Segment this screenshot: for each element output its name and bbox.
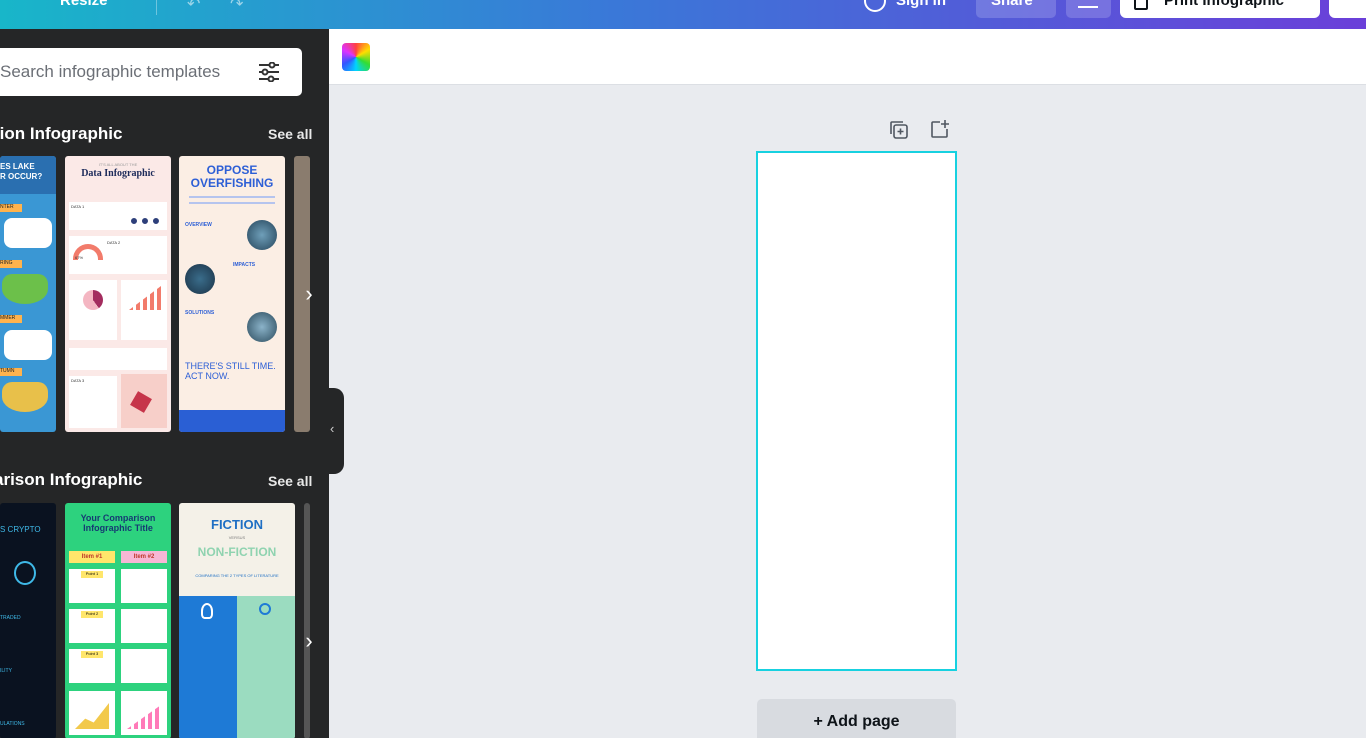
publish-button[interactable] — [1329, 0, 1366, 18]
template-thumbnail[interactable]: IT'S ALL ABOUT THE Data Infographic DATA… — [65, 156, 171, 432]
collapse-panel-button[interactable]: ‹ — [328, 388, 344, 474]
template-thumbnail[interactable]: ES LAKE R OCCUR? NTER RING MMER TUMN — [0, 156, 56, 432]
template-subtitle: IT'S ALL ABOUT THE — [98, 162, 138, 167]
section-label: SOLUTIONS — [185, 310, 215, 316]
print-button[interactable]: Print Infographic — [1120, 0, 1320, 18]
item-label: Item #1 — [69, 551, 115, 563]
share-label: Share — [991, 0, 1033, 9]
template-caption: COMPARING THE 2 TYPES OF LITERATURE — [195, 573, 279, 578]
section-label: OVERVIEW — [185, 222, 212, 228]
filter-icon[interactable] — [258, 62, 280, 82]
print-label: Print Infographic — [1164, 0, 1284, 9]
signin-label: Sign in — [896, 0, 946, 9]
season-label: TUMN — [0, 368, 22, 376]
section-label: ILITY — [0, 668, 12, 674]
season-label: MMER — [0, 315, 22, 323]
point-label: Point 1 — [81, 571, 103, 578]
user-icon — [864, 0, 886, 12]
section-title: arison Infographic — [0, 470, 143, 489]
print-icon — [1134, 0, 1148, 10]
search-input[interactable] — [0, 48, 250, 96]
item-label: Item #2 — [121, 551, 167, 563]
section-title: tion Infographic — [0, 124, 123, 143]
download-button[interactable] — [1066, 0, 1111, 18]
divider — [156, 0, 157, 15]
resize-label: Resize — [60, 0, 108, 9]
chevron-right-icon[interactable]: › — [294, 621, 324, 661]
versus-label: VERSUS — [228, 535, 246, 540]
data-label: DATA 1 — [71, 204, 85, 209]
signin-button[interactable]: Sign in — [896, 0, 946, 9]
top-bar: Resize ↶ ↷ Sign in Share Print Infograph… — [0, 0, 1366, 29]
see-all-link[interactable]: See all — [268, 473, 312, 489]
data-label: DATA 2 — [107, 240, 121, 245]
see-all-link[interactable]: See all — [268, 126, 312, 142]
template-thumbnail[interactable]: FICTION VERSUS NON-FICTION COMPARING THE… — [179, 503, 295, 738]
template-title: Data Infographic — [81, 168, 155, 179]
section-label: ULATIONS — [0, 721, 25, 727]
template-title: OPPOSE OVERFISHING — [190, 163, 274, 190]
chevron-right-icon[interactable]: › — [294, 274, 324, 314]
chevron-left-icon: ‹ — [330, 421, 335, 436]
resize-button[interactable]: Resize — [60, 0, 108, 9]
season-label: NTER — [0, 204, 22, 212]
season-label: RING — [0, 260, 22, 268]
add-page-button[interactable]: + Add page — [757, 699, 956, 738]
point-label: Point 2 — [81, 611, 103, 618]
template-title: ES LAKE R OCCUR? — [0, 162, 43, 181]
redo-icon[interactable]: ↷ — [230, 0, 243, 14]
data-label: DATA 3 — [71, 378, 85, 383]
template-title: S CRYPTO — [0, 525, 41, 534]
section-label: TRADED — [0, 615, 21, 621]
data-percent: 67% — [75, 255, 84, 260]
template-thumbnail[interactable]: Your Comparison Infographic Title Item #1… — [65, 503, 171, 738]
search-box — [0, 48, 302, 96]
template-title: Your Comparison Infographic Title — [80, 513, 156, 533]
share-button[interactable]: Share — [976, 0, 1056, 18]
editor-toolbar — [329, 29, 1366, 85]
section-label: IMPACTS — [233, 262, 256, 268]
template-subtitle: NON-FICTION — [197, 545, 277, 559]
download-icon — [1078, 6, 1098, 8]
point-label: Point 3 — [81, 651, 103, 658]
template-title: FICTION — [211, 517, 263, 532]
add-page-icon[interactable] — [930, 119, 950, 139]
design-canvas[interactable] — [756, 151, 957, 671]
duplicate-page-icon[interactable] — [889, 120, 909, 140]
template-thumbnail[interactable]: S CRYPTO TRADED ILITY ULATIONS — [0, 503, 56, 738]
template-thumbnail[interactable]: OPPOSE OVERFISHING OVERVIEW IMPACTS SOLUT… — [179, 156, 285, 432]
template-panel: tion Infographic See all ES LAKER OCCUR?… — [0, 29, 329, 738]
color-picker-button[interactable] — [342, 43, 370, 71]
undo-icon[interactable]: ↶ — [187, 0, 200, 14]
call-to-action: THERE'S STILL TIME. ACT NOW. — [185, 361, 276, 381]
